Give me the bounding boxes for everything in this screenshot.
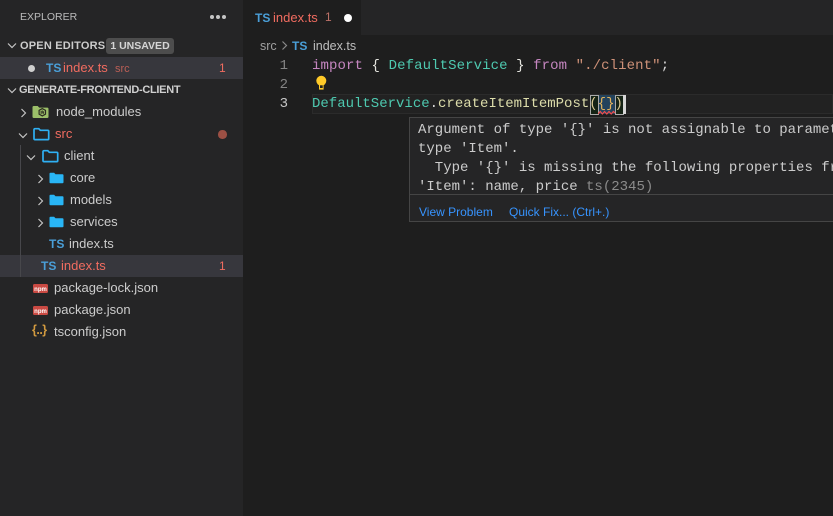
- svg-text:npm: npm: [34, 287, 47, 293]
- svg-text:npm: npm: [34, 309, 47, 315]
